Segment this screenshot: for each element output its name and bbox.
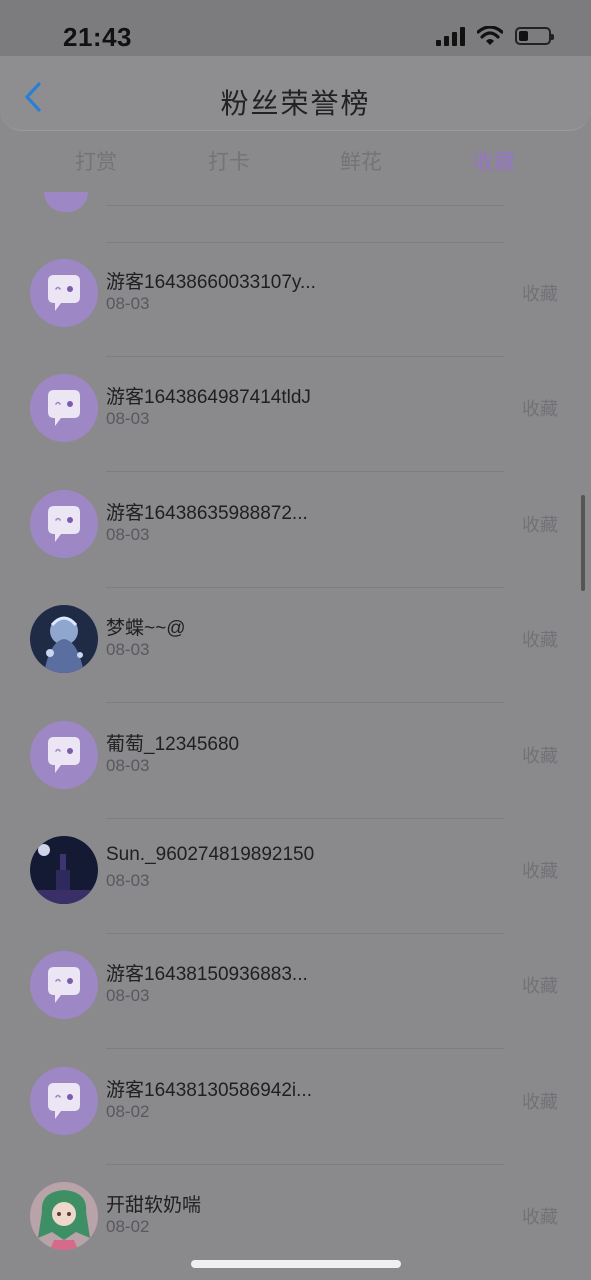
date-label: 08-03 (106, 986, 150, 1006)
user-photo-icon (30, 1182, 98, 1251)
favorite-status[interactable]: 收藏 (522, 972, 558, 998)
chat-bubble-icon (48, 1082, 80, 1119)
avatar[interactable] (30, 605, 98, 674)
favorite-status[interactable]: 收藏 (522, 395, 558, 421)
date-label: 08-03 (106, 409, 150, 429)
list-item[interactable]: 游客16438660033107y... 08-03 收藏 (0, 242, 591, 357)
avatar[interactable] (30, 720, 98, 789)
list-item[interactable]: 葡萄_12345680 08-03 收藏 (0, 704, 591, 819)
user-name: 游客16438660033107y... (106, 272, 316, 293)
avatar[interactable] (30, 1182, 98, 1251)
list-item[interactable]: 游客16438635988872... 08-03 收藏 (0, 473, 591, 588)
status-icons (436, 26, 554, 46)
user-name: Sun._960274819892150 (106, 844, 315, 865)
list-item[interactable]: 游客1643864987414tldJ 08-03 收藏 (0, 357, 591, 473)
user-photo-icon (30, 836, 98, 904)
home-indicator[interactable] (191, 1260, 401, 1268)
avatar[interactable] (30, 1066, 98, 1135)
avatar[interactable] (30, 836, 98, 904)
list-item[interactable]: 游客16438150936883... 08-03 收藏 (0, 934, 591, 1050)
favorite-status[interactable]: 收藏 (522, 1088, 558, 1114)
avatar[interactable] (30, 489, 98, 558)
user-name: 葡萄_12345680 (106, 733, 240, 755)
status-time: 21:43 (63, 22, 132, 52)
chat-bubble-icon (48, 736, 80, 773)
page-title: 粉丝荣誉榜 (220, 88, 371, 119)
wifi-icon (477, 26, 503, 45)
avatar[interactable] (30, 374, 98, 443)
user-name: 游客16438130586942i... (106, 1079, 312, 1101)
divider (106, 205, 504, 206)
cellular-signal-icon (436, 26, 465, 46)
date-label: 08-03 (106, 524, 150, 544)
date-label: 08-03 (106, 294, 150, 313)
user-name: 游客16438635988872... (106, 502, 308, 524)
favorite-status[interactable]: 收藏 (522, 1203, 558, 1229)
favorite-status[interactable]: 收藏 (522, 511, 558, 537)
date-label: 08-03 (106, 640, 150, 660)
user-name: 梦蝶~~@ (106, 618, 186, 640)
tab-bar: 打赏 打卡 鲜花 收藏 (0, 138, 591, 182)
fan-list: 游客16438660033107y... 08-03 收藏 游客16438649874… (0, 182, 591, 1280)
user-name: 开甜软奶喘 (106, 1195, 202, 1217)
user-name: 游客16438150936883... (106, 964, 308, 986)
chat-bubble-icon (48, 390, 80, 427)
favorite-status[interactable]: 收藏 (522, 857, 558, 883)
favorite-status[interactable]: 收藏 (522, 626, 558, 652)
tab-flowers[interactable]: 鲜花 (316, 146, 406, 176)
list-item[interactable]: 梦蝶~~@ 08-03 收藏 (0, 588, 591, 704)
avatar[interactable] (30, 951, 98, 1020)
date-label: 08-02 (106, 1217, 150, 1237)
scrollbar[interactable] (581, 495, 585, 591)
nav-bar: 粉丝荣誉榜 (0, 56, 591, 131)
date-label: 08-02 (106, 1101, 150, 1121)
list-item[interactable]: 游客16438130586942i... 08-02 收藏 (0, 1050, 591, 1165)
date-label: 08-03 (106, 871, 150, 890)
favorite-status[interactable]: 收藏 (522, 280, 558, 306)
user-photo-icon (30, 605, 98, 674)
status-bar: 21:43 (0, 0, 591, 56)
tab-tip[interactable]: 打赏 (51, 146, 141, 176)
favorite-status[interactable]: 收藏 (522, 742, 558, 768)
user-name: 游客1643864987414tldJ (106, 387, 311, 409)
battery-icon (515, 27, 554, 45)
date-label: 08-03 (106, 755, 150, 775)
chat-bubble-icon (48, 505, 80, 542)
chat-bubble-icon (48, 967, 80, 1004)
list-item[interactable]: Sun._960274819892150 08-03 收藏 (0, 819, 591, 934)
tab-checkin[interactable]: 打卡 (184, 146, 274, 176)
tab-favorites[interactable]: 收藏 (449, 146, 539, 176)
avatar[interactable] (30, 259, 98, 327)
avatar (44, 192, 88, 212)
chat-bubble-icon (48, 275, 80, 311)
